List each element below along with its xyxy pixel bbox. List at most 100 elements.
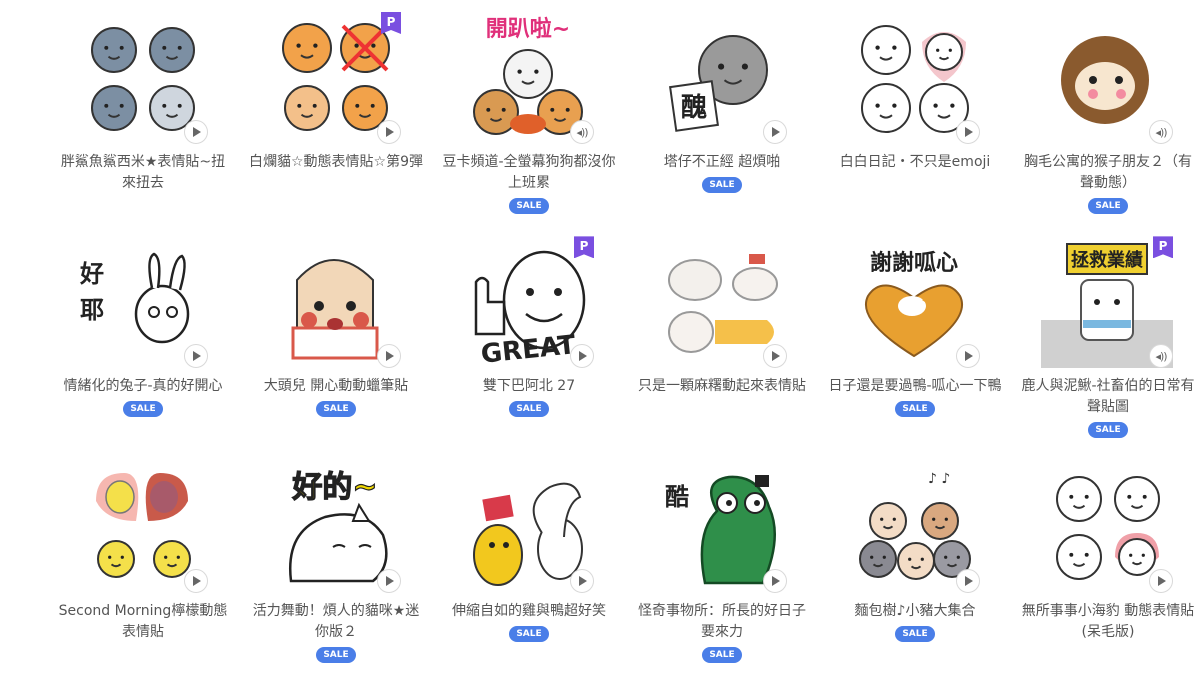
lemon-sticker-icon[interactable]	[76, 461, 208, 593]
sticker-title[interactable]: 活力舞動！煩人的貓咪★迷你版２ SALE	[249, 601, 423, 664]
sticker-title[interactable]: 無所事事小海豹 動態表情貼(呆毛版)	[1021, 601, 1195, 643]
sale-badge: SALE	[316, 646, 356, 663]
svg-text:拯救業績: 拯救業績	[1071, 249, 1143, 271]
sale-badge: SALE	[1088, 422, 1128, 439]
play-icon[interactable]	[763, 120, 787, 144]
white-bear-sticker-icon[interactable]	[848, 12, 980, 144]
dog-group-sticker-icon[interactable]: 開趴啦~ ◂))	[462, 12, 594, 144]
sticker-title[interactable]: 塔仔不正經 超煩啪 SALE	[635, 152, 809, 194]
sticker-title-text: 鹿人與泥鰍-社畜伯的日常有聲貼圖	[1021, 378, 1195, 416]
sticker-title[interactable]: Second Morning檸檬動態表情貼	[56, 601, 230, 643]
sound-play-icon[interactable]: ◂))	[570, 120, 594, 144]
seal-sticker-icon[interactable]	[1041, 461, 1173, 593]
sticker-title[interactable]: 情緒化的兔子-真的好開心 SALE	[56, 376, 230, 418]
sticker-card[interactable]: 胖鯊魚鯊西米★表情貼~扭來扭去	[48, 12, 238, 224]
sticker-title-text: 活力舞動！煩人的貓咪★迷你版２	[252, 602, 420, 640]
office-worker-sticker-icon[interactable]: 拯救業績 P ◂))	[1041, 236, 1173, 369]
mochi-sticker-icon[interactable]	[655, 236, 787, 369]
sticker-title[interactable]: 伸縮自如的雞與鴨超好笑 SALE	[442, 601, 616, 643]
play-icon[interactable]	[1149, 568, 1173, 593]
sticker-card[interactable]: 伸縮自如的雞與鴨超好笑 SALE	[434, 461, 624, 673]
sticker-title-text: 白爛貓☆動態表情貼☆第9彈	[249, 154, 424, 170]
sale-badge: SALE	[509, 401, 549, 418]
sticker-title-text: 胖鯊魚鯊西米★表情貼~扭來扭去	[60, 154, 226, 191]
play-triangle-icon	[1158, 575, 1166, 586]
sticker-title[interactable]: 雙下巴阿北 27 SALE	[442, 376, 616, 418]
svg-text:謝謝呱心: 謝謝呱心	[870, 250, 958, 276]
sticker-title-text: 日子還是要過鴨-呱心一下鴨	[828, 378, 1002, 395]
play-icon[interactable]	[184, 120, 208, 144]
gray-cat-sticker-icon[interactable]: 醜	[655, 12, 787, 144]
sticker-title[interactable]: 怪奇事物所：所長的好日子要來力 SALE	[635, 601, 809, 664]
sticker-card[interactable]: 醜塔仔不正經 超煩啪 SALE	[627, 12, 817, 224]
sticker-title-text: 雙下巴阿北 27	[482, 378, 576, 395]
sale-badge: SALE	[702, 646, 742, 663]
sticker-card[interactable]: P 白爛貓☆動態表情貼☆第9彈	[241, 12, 431, 224]
play-icon[interactable]	[570, 568, 594, 593]
sale-badge: SALE	[1088, 198, 1128, 214]
sticker-title-text: 無所事事小海豹 動態表情貼(呆毛版)	[1021, 602, 1195, 640]
sticker-title[interactable]: 豆卡頻道-全螢幕狗狗都沒你上班累 SALE	[442, 152, 616, 215]
duck-heart-sticker-icon[interactable]: 謝謝呱心	[848, 236, 980, 369]
play-triangle-icon	[772, 351, 780, 362]
uncle-great-sticker-icon[interactable]: GREAT P	[462, 236, 594, 369]
shark-sticker-icon[interactable]	[76, 12, 208, 144]
sticker-title-text: 怪奇事物所：所長的好日子要來力	[638, 602, 806, 640]
svg-text:GREAT: GREAT	[479, 330, 577, 368]
sticker-card[interactable]: 白白日記・不只是emoji	[820, 12, 1010, 224]
big-head-girl-sticker-icon[interactable]	[269, 236, 401, 369]
play-icon[interactable]	[377, 568, 401, 593]
sticker-title[interactable]: 鹿人與泥鰍-社畜伯的日常有聲貼圖 SALE	[1021, 376, 1195, 439]
sticker-title[interactable]: 只是一顆麻糬動起來表情貼	[635, 376, 809, 397]
svg-text:好: 好	[79, 260, 104, 288]
sticker-card[interactable]: 好的~ 活力舞動！煩人的貓咪★迷你版２ SALE	[241, 461, 431, 673]
sticker-grid: 胖鯊魚鯊西米★表情貼~扭來扭去 P 白爛貓☆動態表情貼☆第9彈 開趴啦~ ◂)) 豆卡…	[0, 0, 1200, 675]
sticker-card[interactable]: 開趴啦~ ◂)) 豆卡頻道-全螢幕狗狗都沒你上班累 SALE	[434, 12, 624, 224]
sticker-title[interactable]: 胸毛公寓的猴子朋友２（有聲動態） SALE	[1021, 152, 1195, 215]
sticker-card[interactable]: 大頭兒 開心動動蠟筆貼 SALE	[241, 236, 431, 448]
monkey-sticker-icon[interactable]: ◂))	[1041, 12, 1173, 144]
sticker-card[interactable]: 謝謝呱心 日子還是要過鴨-呱心一下鴨 SALE	[820, 236, 1010, 448]
sticker-title[interactable]: 胖鯊魚鯊西米★表情貼~扭來扭去	[56, 152, 230, 194]
play-icon[interactable]	[956, 568, 980, 593]
svg-text:♪ ♪: ♪ ♪	[928, 471, 950, 487]
piggy-group-sticker-icon[interactable]: ♪ ♪	[848, 461, 980, 593]
sound-play-icon[interactable]: ◂))	[1149, 120, 1173, 144]
annoying-cat-sticker-icon[interactable]: 好的~	[269, 461, 401, 593]
sticker-card[interactable]: GREAT P 雙下巴阿北 27 SALE	[434, 236, 624, 448]
sticker-title[interactable]: 白爛貓☆動態表情貼☆第9彈	[249, 152, 423, 173]
sticker-title[interactable]: 麵包樹♪小豬大集合 SALE	[828, 601, 1002, 643]
play-triangle-icon	[386, 575, 394, 586]
sale-badge: SALE	[509, 198, 549, 214]
sticker-title[interactable]: 大頭兒 開心動動蠟筆貼 SALE	[249, 376, 423, 418]
play-icon[interactable]	[377, 120, 401, 144]
chicken-duck-sticker-icon[interactable]	[462, 461, 594, 593]
play-triangle-icon	[579, 351, 587, 362]
sticker-card[interactable]: ◂)) 胸毛公寓的猴子朋友２（有聲動態） SALE	[1013, 12, 1200, 224]
sticker-title[interactable]: 日子還是要過鴨-呱心一下鴨 SALE	[828, 376, 1002, 418]
play-triangle-icon	[193, 575, 201, 586]
sticker-card[interactable]: 酷 怪奇事物所：所長的好日子要來力 SALE	[627, 461, 817, 673]
sticker-card[interactable]: 拯救業績 P ◂)) 鹿人與泥鰍-社畜伯的日常有聲貼圖 SALE	[1013, 236, 1200, 448]
sale-badge: SALE	[895, 401, 935, 418]
play-icon[interactable]	[763, 568, 787, 593]
sticker-title-text: Second Morning檸檬動態表情貼	[58, 602, 228, 640]
play-triangle-icon	[193, 127, 201, 137]
play-icon[interactable]	[184, 568, 208, 593]
white-cat-sticker-icon[interactable]: P	[269, 12, 401, 144]
sticker-card[interactable]: 好 耶 情緒化的兔子-真的好開心 SALE	[48, 236, 238, 448]
play-triangle-icon	[386, 351, 394, 362]
sticker-title-text: 情緒化的兔子-真的好開心	[63, 378, 223, 395]
sticker-title-text: 塔仔不正經 超煩啪	[663, 154, 781, 170]
sticker-card[interactable]: 無所事事小海豹 動態表情貼(呆毛版)	[1013, 461, 1200, 673]
sale-badge: SALE	[123, 401, 163, 418]
rabbit-sticker-icon[interactable]: 好 耶	[76, 236, 208, 369]
play-icon[interactable]	[956, 120, 980, 144]
green-frog-sticker-icon[interactable]: 酷	[655, 461, 787, 593]
sticker-title-text: 麵包樹♪小豬大集合	[854, 602, 976, 619]
sale-badge: SALE	[316, 401, 356, 418]
sticker-card[interactable]: 只是一顆麻糬動起來表情貼	[627, 236, 817, 448]
sticker-card[interactable]: Second Morning檸檬動態表情貼	[48, 461, 238, 673]
sticker-title[interactable]: 白白日記・不只是emoji	[828, 152, 1002, 173]
sticker-card[interactable]: ♪ ♪ 麵包樹♪小豬大集合 SALE	[820, 461, 1010, 673]
